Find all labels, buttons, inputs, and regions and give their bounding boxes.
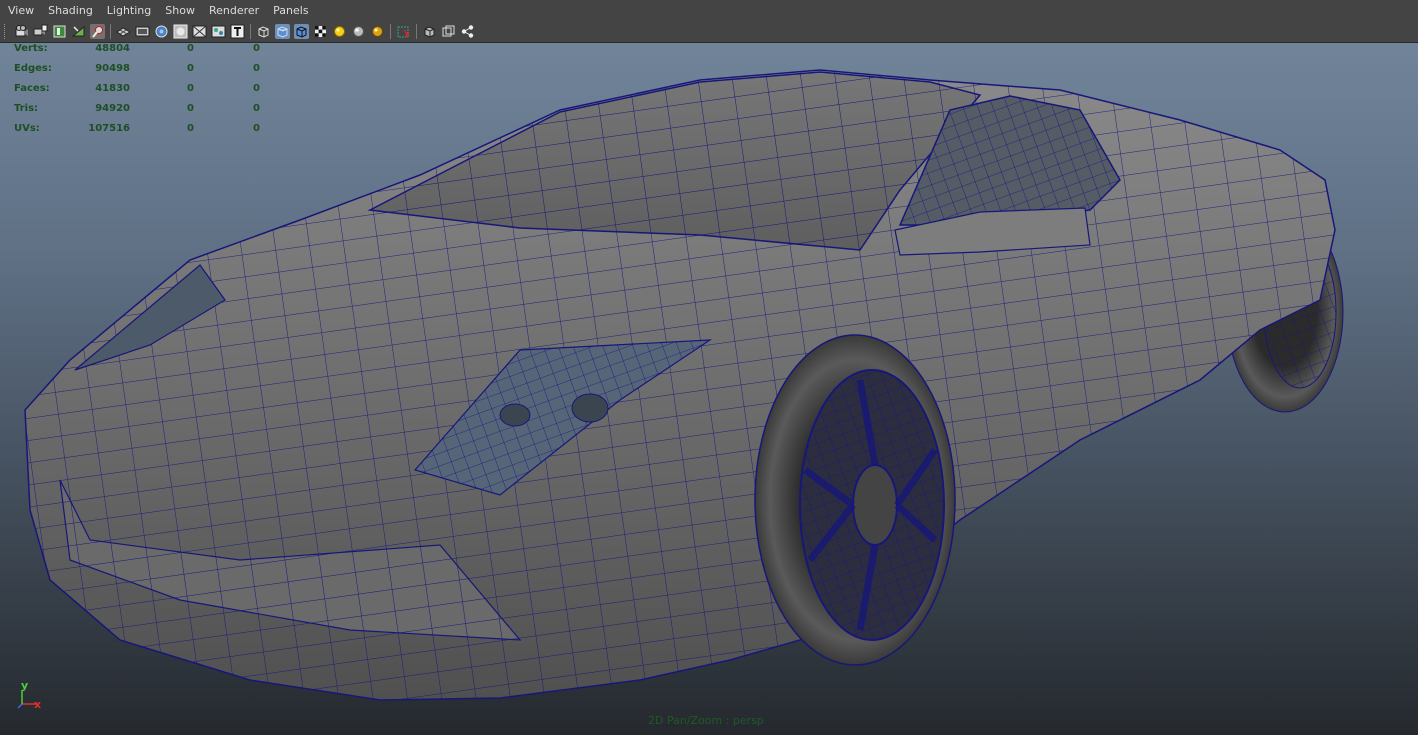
hud-value: 0 — [253, 83, 260, 94]
safe-action-icon[interactable] — [211, 24, 226, 39]
toolbar-separator — [390, 24, 391, 39]
hud-value: 41830 — [95, 83, 130, 94]
film-gate-icon[interactable] — [135, 24, 150, 39]
hud-label: Edges: — [14, 63, 52, 74]
use-default-light-icon[interactable] — [332, 24, 347, 39]
hud-label: UVs: — [14, 123, 40, 134]
xray-joints-icon[interactable] — [441, 24, 456, 39]
two-d-pan-zoom-icon[interactable] — [71, 24, 86, 39]
safe-title-icon[interactable] — [230, 24, 245, 39]
grid-icon[interactable] — [116, 24, 131, 39]
hud-row-uvs: UVs: 107516 0 0 — [14, 123, 260, 143]
hud-value: 0 — [253, 63, 260, 74]
hud-label: Tris: — [14, 103, 39, 114]
panel-menu-bar: View Shading Lighting Show Renderer Pane… — [0, 0, 1418, 22]
view-axis-indicator: y x — [17, 679, 41, 711]
hud-value: 94920 — [95, 103, 130, 114]
hud-value: 107516 — [88, 123, 130, 134]
hud-row-tris: Tris: 94920 0 0 — [14, 103, 260, 123]
axis-x-label: x — [34, 698, 41, 711]
hud-row-faces: Faces: 41830 0 0 — [14, 83, 260, 103]
hud-value: 0 — [187, 43, 194, 54]
axis-y-label: y — [21, 679, 28, 692]
poly-count-hud: Verts: 48804 0 0 Edges: 90498 0 0 Faces:… — [14, 43, 260, 143]
menu-shading[interactable]: Shading — [41, 0, 100, 21]
toolbar-separator — [110, 24, 111, 39]
high-quality-icon[interactable] — [370, 24, 385, 39]
gate-mask-icon[interactable] — [173, 24, 188, 39]
image-plane-icon[interactable] — [52, 24, 67, 39]
menu-view[interactable]: View — [0, 0, 41, 21]
camera-status-label: 2D Pan/Zoom : persp — [648, 714, 764, 727]
wireframe-on-shaded-icon[interactable] — [294, 24, 309, 39]
grease-pencil-icon[interactable] — [90, 24, 105, 39]
xray-active-icon[interactable] — [460, 24, 475, 39]
smooth-shade-icon[interactable] — [275, 24, 290, 39]
bookmark-camera-icon[interactable] — [33, 24, 48, 39]
menu-renderer[interactable]: Renderer — [202, 0, 266, 21]
hud-value: 0 — [187, 63, 194, 74]
resolution-gate-icon[interactable] — [154, 24, 169, 39]
toolbar-separator — [250, 24, 251, 39]
field-chart-icon[interactable] — [192, 24, 207, 39]
texture-checker-icon[interactable] — [313, 24, 328, 39]
isolate-select-icon[interactable] — [422, 24, 437, 39]
menu-panels[interactable]: Panels — [266, 0, 315, 21]
hud-label: Verts: — [14, 43, 48, 54]
front-wheel — [754, 334, 956, 666]
hud-value: 0 — [187, 103, 194, 114]
shadows-icon[interactable] — [351, 24, 366, 39]
hud-value: 0 — [187, 83, 194, 94]
toolbar-grip[interactable] — [4, 24, 9, 39]
xray-icon[interactable] — [396, 24, 411, 39]
wireframe-icon[interactable] — [256, 24, 271, 39]
hud-row-edges: Edges: 90498 0 0 — [14, 63, 260, 83]
panel-toolbar — [0, 21, 1418, 43]
perspective-viewport[interactable]: View Shading Lighting Show Renderer Pane… — [0, 0, 1418, 735]
hud-value: 0 — [187, 123, 194, 134]
hud-value: 90498 — [95, 63, 130, 74]
hud-value: 48804 — [95, 43, 130, 54]
hud-label: Faces: — [14, 83, 50, 94]
hud-value: 0 — [253, 103, 260, 114]
camera-attributes-icon[interactable] — [14, 24, 29, 39]
car-wireframe-model[interactable] — [0, 42, 1418, 735]
hud-row-verts: Verts: 48804 0 0 — [14, 43, 260, 63]
toolbar-separator — [416, 24, 417, 39]
hud-value: 0 — [253, 123, 260, 134]
hud-value: 0 — [253, 43, 260, 54]
menu-lighting[interactable]: Lighting — [100, 0, 158, 21]
menu-show[interactable]: Show — [158, 0, 202, 21]
